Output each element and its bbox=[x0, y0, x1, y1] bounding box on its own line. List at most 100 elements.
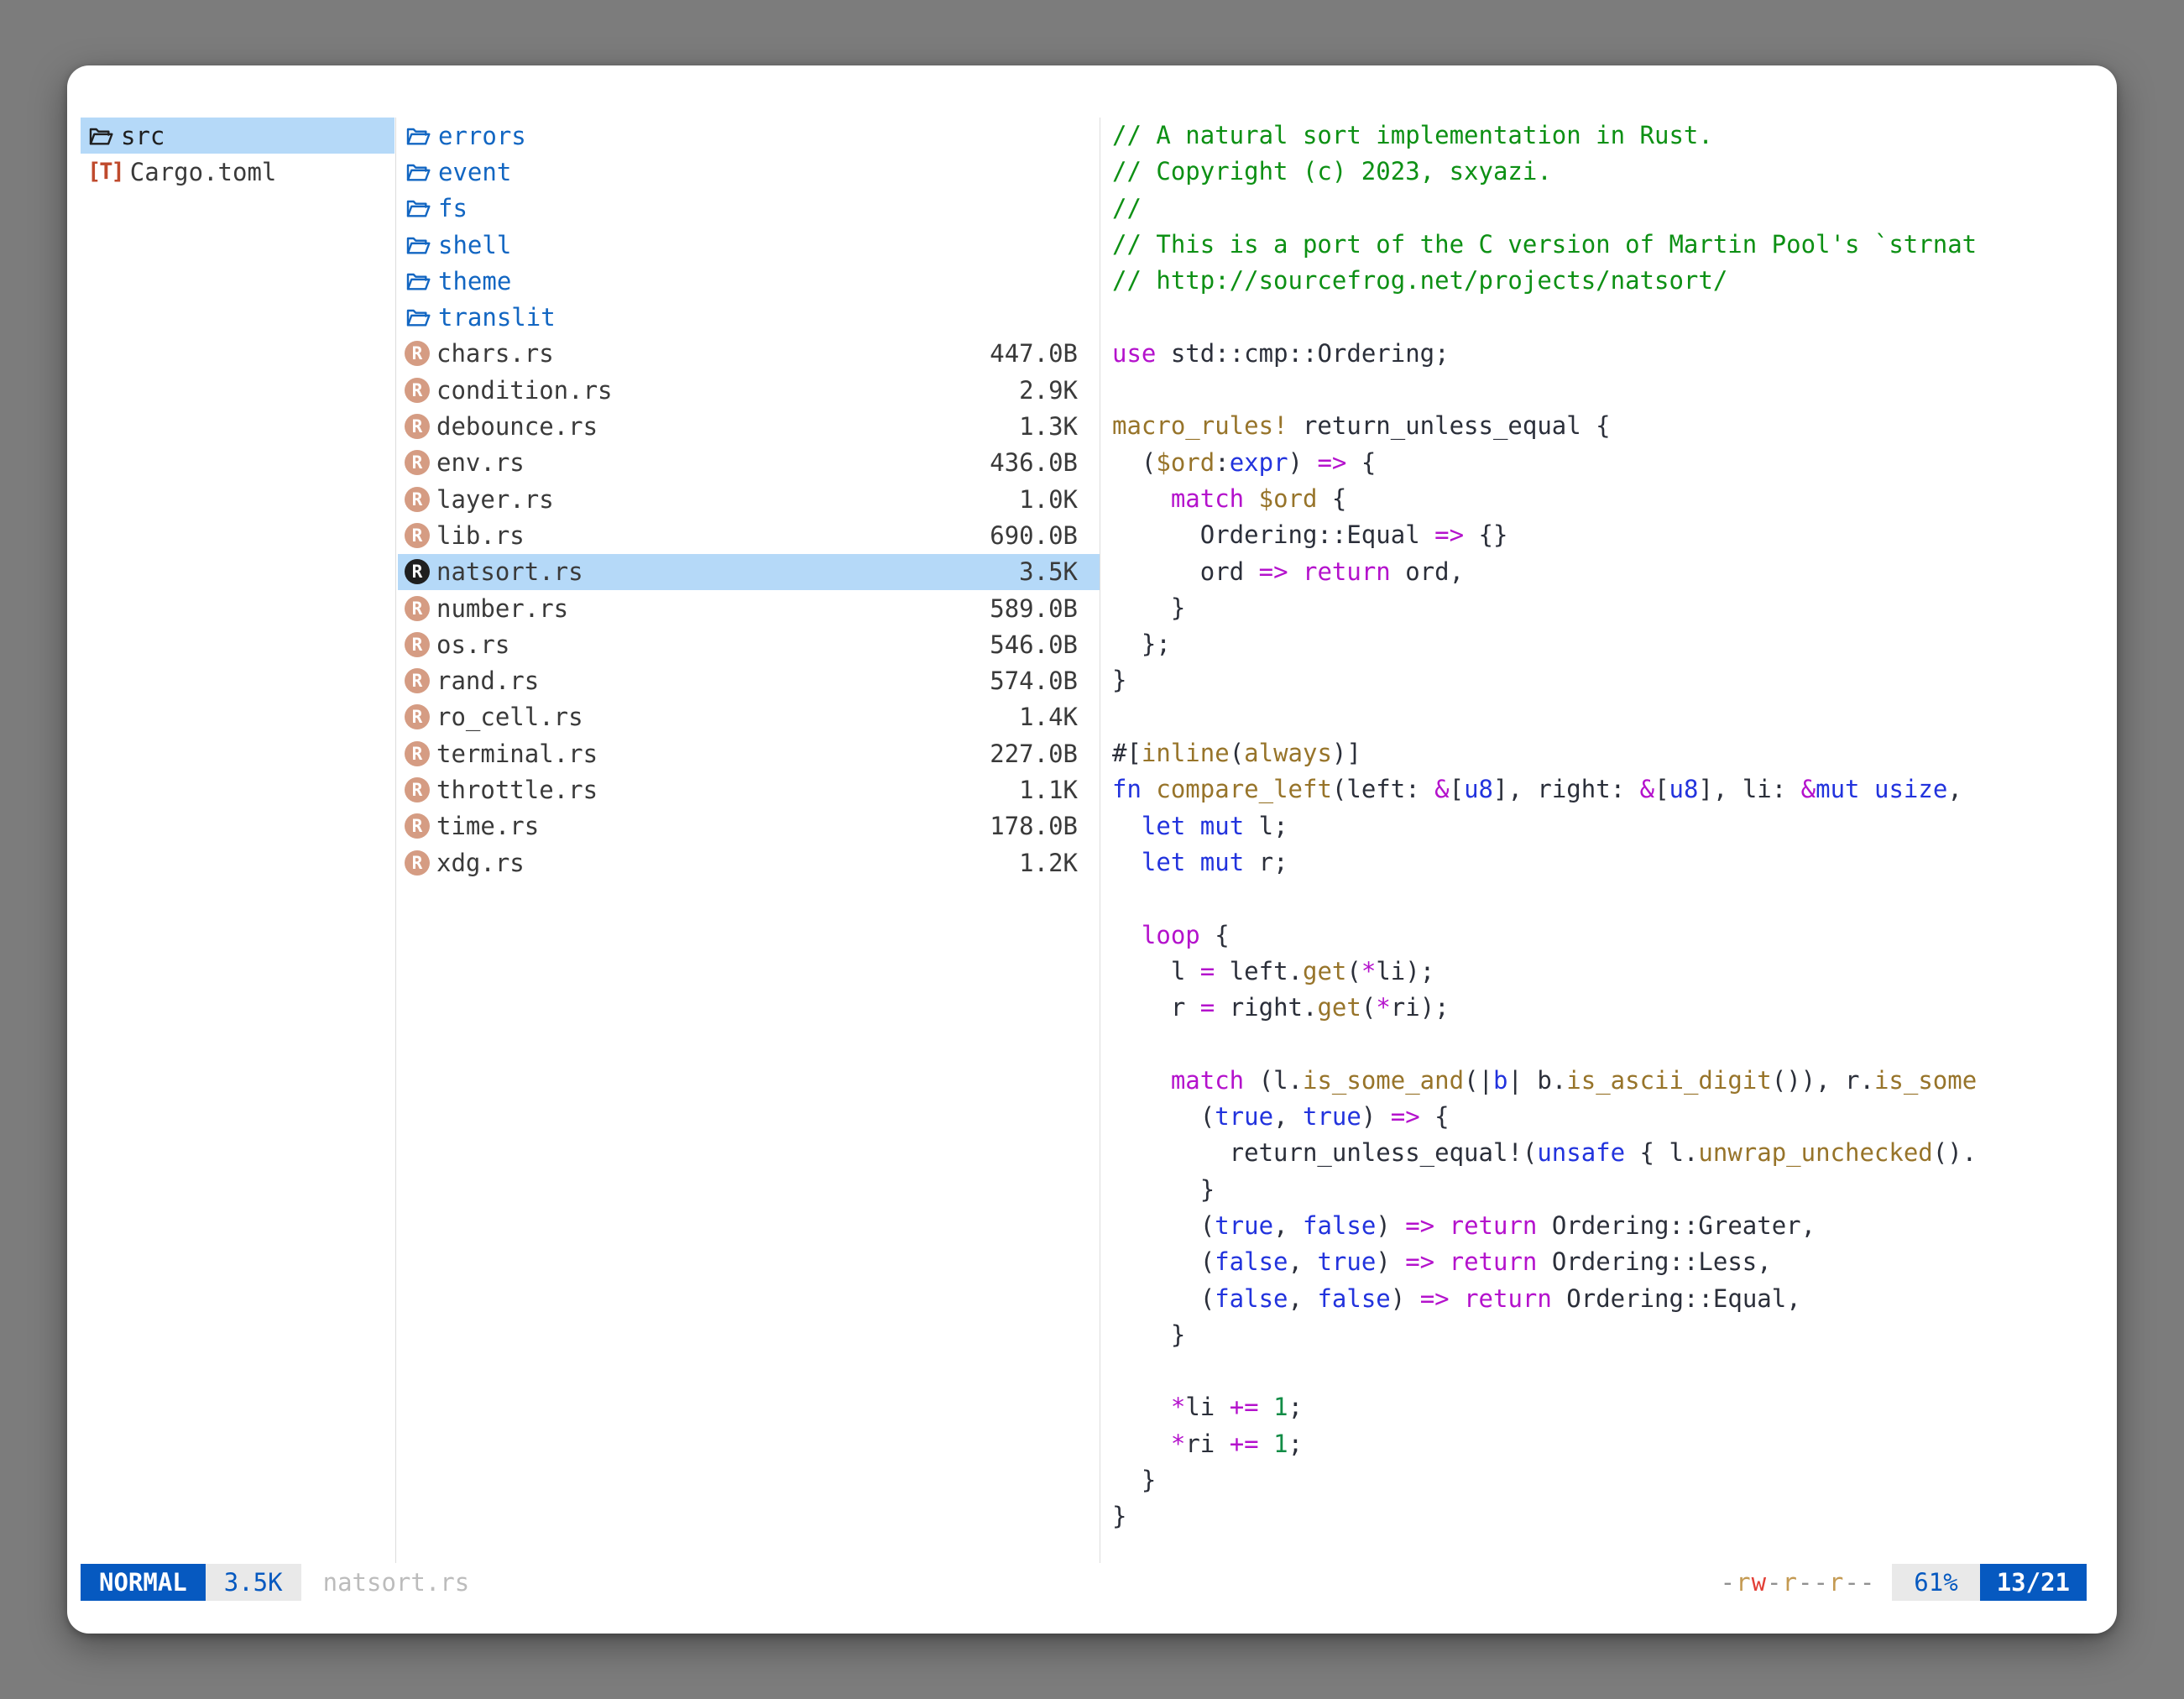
permission-flag: -- bbox=[1798, 1568, 1829, 1597]
file-name: rand.rs bbox=[436, 667, 539, 695]
file-row-item-chars-rs[interactable]: Rchars.rs447.0B bbox=[398, 336, 1100, 372]
file-size: 178.0B bbox=[990, 812, 1093, 840]
file-name: Cargo.toml bbox=[130, 158, 277, 186]
code-line: } bbox=[1112, 1317, 2103, 1353]
permission-flag: r bbox=[1829, 1568, 1844, 1597]
status-file-name: natsort.rs bbox=[323, 1564, 470, 1601]
permission-flag: r bbox=[1736, 1568, 1751, 1597]
code-line bbox=[1112, 881, 2103, 917]
mode-indicator: NORMAL bbox=[81, 1564, 206, 1601]
code-line: } bbox=[1112, 662, 2103, 698]
file-name: os.rs bbox=[436, 630, 509, 659]
folder-open-icon bbox=[405, 304, 431, 331]
code-line: *ri += 1; bbox=[1112, 1426, 2103, 1462]
file-name: shell bbox=[438, 231, 511, 259]
file-name: env.rs bbox=[436, 448, 525, 477]
rust-file-icon: R bbox=[405, 704, 430, 729]
file-size: 690.0B bbox=[990, 521, 1093, 550]
file-row-item-fs[interactable]: fs bbox=[398, 191, 1100, 227]
file-size: 1.2K bbox=[1019, 849, 1093, 877]
permission-flag: - bbox=[1721, 1568, 1736, 1597]
code-line bbox=[1112, 372, 2103, 408]
file-row-item-terminal-rs[interactable]: Rterminal.rs227.0B bbox=[398, 735, 1100, 771]
parent-pane: src [T] Cargo.toml bbox=[81, 118, 394, 1565]
file-name: lib.rs bbox=[436, 521, 525, 550]
file-name: theme bbox=[438, 267, 511, 295]
file-row-item-theme[interactable]: theme bbox=[398, 263, 1100, 299]
permission-flag: - bbox=[1767, 1568, 1782, 1597]
file-row-item-debounce-rs[interactable]: Rdebounce.rs1.3K bbox=[398, 408, 1100, 444]
file-row-item-natsort-rs[interactable]: Rnatsort.rs3.5K bbox=[398, 554, 1100, 590]
permission-flag: r bbox=[1783, 1568, 1798, 1597]
code-line: }; bbox=[1112, 626, 2103, 662]
rust-file-icon: R bbox=[405, 850, 430, 876]
permissions-flags: -rw-r--r-- bbox=[1721, 1564, 1876, 1601]
code-line: *li += 1; bbox=[1112, 1389, 2103, 1425]
file-row-item-lib-rs[interactable]: Rlib.rs690.0B bbox=[398, 517, 1100, 553]
file-row-item-translit[interactable]: translit bbox=[398, 299, 1100, 335]
file-size: 227.0B bbox=[990, 740, 1093, 768]
file-row-item-event[interactable]: event bbox=[398, 154, 1100, 190]
folder-open-icon bbox=[405, 195, 431, 222]
file-row-item-shell[interactable]: shell bbox=[398, 227, 1100, 263]
parent-pane-item-src[interactable]: src bbox=[81, 118, 394, 154]
code-line: let mut l; bbox=[1112, 808, 2103, 844]
file-row-item-xdg-rs[interactable]: Rxdg.rs1.2K bbox=[398, 844, 1100, 881]
code-line: (true, true) => { bbox=[1112, 1099, 2103, 1135]
file-row-item-errors[interactable]: errors bbox=[398, 118, 1100, 154]
file-row-item-rand-rs[interactable]: Rrand.rs574.0B bbox=[398, 662, 1100, 698]
file-name: time.rs bbox=[436, 812, 539, 840]
code-line: r = right.get(*ri); bbox=[1112, 990, 2103, 1026]
file-size: 2.9K bbox=[1019, 376, 1093, 405]
file-size: 1.3K bbox=[1019, 412, 1093, 441]
file-row-item-layer-rs[interactable]: Rlayer.rs1.0K bbox=[398, 481, 1100, 517]
code-line: (false, true) => return Ordering::Less, bbox=[1112, 1244, 2103, 1280]
code-line: ord => return ord, bbox=[1112, 554, 2103, 590]
code-line: use std::cmp::Ordering; bbox=[1112, 336, 2103, 372]
code-line: } bbox=[1112, 1498, 2103, 1534]
code-line: (true, false) => return Ordering::Greate… bbox=[1112, 1208, 2103, 1244]
file-size: 3.5K bbox=[1019, 557, 1093, 586]
code-line: loop { bbox=[1112, 917, 2103, 954]
rust-file-icon: R bbox=[405, 378, 430, 403]
cursor-position: 13/21 bbox=[1980, 1564, 2087, 1601]
code-line: // A natural sort implementation in Rust… bbox=[1112, 118, 2103, 154]
file-row-item-time-rs[interactable]: Rtime.rs 178.0B bbox=[398, 808, 1100, 844]
file-name: debounce.rs bbox=[436, 412, 598, 441]
code-line: } bbox=[1112, 1172, 2103, 1208]
preview-pane: // A natural sort implementation in Rust… bbox=[1112, 118, 2103, 1565]
code-line: match $ord { bbox=[1112, 481, 2103, 517]
code-line: Ordering::Equal => {} bbox=[1112, 517, 2103, 553]
rust-file-icon: R bbox=[405, 813, 430, 839]
parent-pane-item-cargo-toml[interactable]: [T] Cargo.toml bbox=[81, 154, 394, 190]
file-name: fs bbox=[438, 194, 468, 222]
current-pane: errors event fs shell theme translitRchars.rs… bbox=[398, 118, 1100, 1565]
status-file-size: 3.5K bbox=[206, 1564, 301, 1601]
code-line: // bbox=[1112, 191, 2103, 227]
file-row-item-env-rs[interactable]: Renv.rs436.0B bbox=[398, 445, 1100, 481]
code-line bbox=[1112, 1353, 2103, 1389]
file-row-item-condition-rs[interactable]: Rcondition.rs2.9K bbox=[398, 372, 1100, 408]
file-name: event bbox=[438, 158, 511, 186]
folder-open-icon bbox=[405, 159, 431, 186]
file-size: 1.4K bbox=[1019, 703, 1093, 731]
toml-file-icon: [T] bbox=[87, 159, 123, 185]
code-line: (false, false) => return Ordering::Equal… bbox=[1112, 1281, 2103, 1317]
file-row-item-number-rs[interactable]: Rnumber.rs589.0B bbox=[398, 590, 1100, 626]
rust-file-icon: R bbox=[405, 741, 430, 766]
file-row-item-os-rs[interactable]: Ros.rs546.0B bbox=[398, 626, 1100, 662]
file-row-item-ro-cell-rs[interactable]: Rro_cell.rs1.4K bbox=[398, 699, 1100, 735]
file-size: 574.0B bbox=[990, 667, 1093, 695]
code-line: match (l.is_some_and(|b| b.is_ascii_digi… bbox=[1112, 1063, 2103, 1099]
code-line: let mut r; bbox=[1112, 844, 2103, 881]
file-name: src bbox=[121, 122, 165, 150]
file-name: number.rs bbox=[436, 594, 568, 623]
code-line: macro_rules! return_unless_equal { bbox=[1112, 408, 2103, 444]
file-row-item-throttle-rs[interactable]: Rthrottle.rs1.1K bbox=[398, 771, 1100, 808]
rust-file-icon: R bbox=[405, 487, 430, 512]
scroll-percent: 61% bbox=[1892, 1564, 1979, 1601]
rust-file-icon: R bbox=[405, 559, 430, 584]
file-size: 436.0B bbox=[990, 448, 1093, 477]
code-line bbox=[1112, 1026, 2103, 1062]
folder-open-icon bbox=[405, 123, 431, 149]
